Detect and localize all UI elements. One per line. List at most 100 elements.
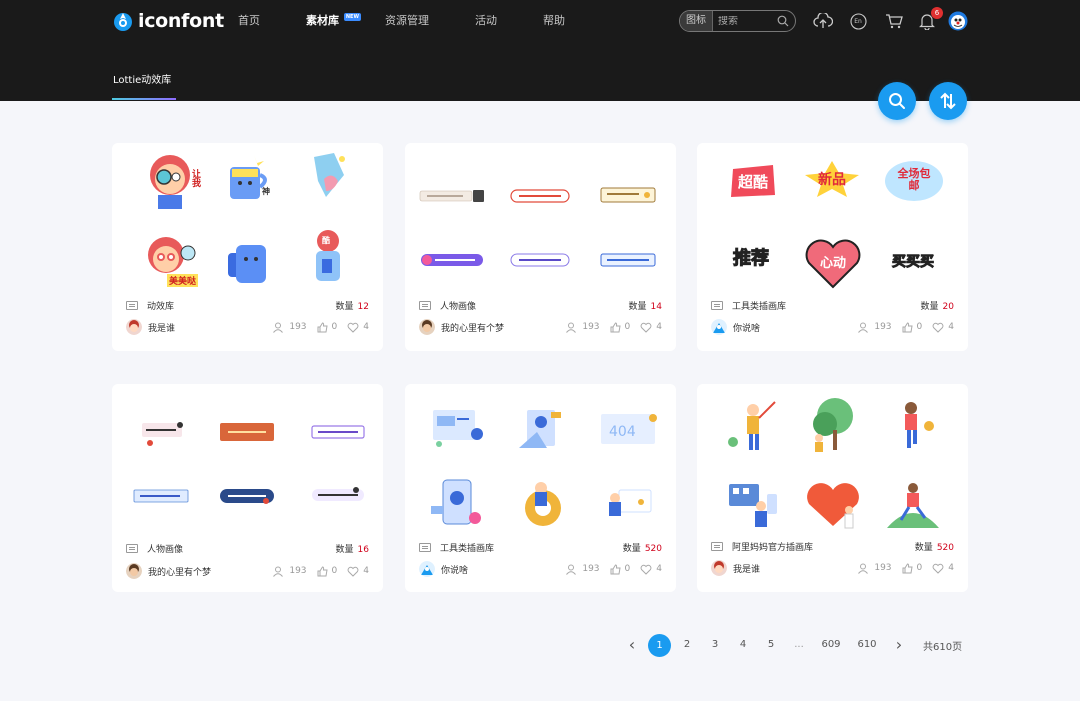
language-icon[interactable]: En [848,11,868,31]
tab-lottie-library[interactable]: Lottie动效库 [113,71,171,86]
count-label: 数量 [628,302,647,312]
favorite-icon[interactable] [347,322,359,333]
card-author-row: 你说啥 193 0 4 [419,561,662,577]
count-value: 520 [936,543,954,553]
card-stats: 193 0 4 [858,321,954,333]
library-card[interactable]: 超酷 新品 全场包邮 推荐 心动 买买买 工具类插画库 数量 20 你说啥 193… [697,143,968,351]
like-icon[interactable] [317,321,328,333]
like-icon[interactable] [610,563,621,575]
search-box: 图标 [679,10,796,32]
word-sticker-text: 全场包邮 [897,167,931,192]
next-page-button[interactable]: › [887,634,911,656]
logo[interactable]: iconfont [112,8,224,34]
author-avatar[interactable] [711,319,727,335]
preview-image [805,396,861,456]
search-icon[interactable] [777,15,789,27]
page-2[interactable]: 2 [675,634,699,656]
count-label: 数量 [920,302,939,312]
sort-fab[interactable] [929,82,967,120]
like-icon[interactable] [902,321,913,333]
author-avatar[interactable] [419,319,435,335]
search-input[interactable] [713,15,765,27]
top-header: iconfont 首页 素材库 NEW 资源管理 活动 帮助 图标 En 6 Lo… [0,0,1080,101]
search-type-select[interactable]: 图标 [680,11,713,31]
sticker-text: 酷 [322,236,330,245]
preview-image [515,474,571,530]
nav-resources[interactable]: 资源管理 [385,12,429,28]
preview-image: 超酷 [727,161,779,201]
author-name[interactable]: 我是谁 [148,321,175,334]
card-title-row: 工具类插画库 数量 520 [419,541,662,554]
views-count: 193 [289,322,307,332]
upload-icon[interactable] [813,11,833,31]
item-count: 数量 520 [915,540,954,553]
views-icon [858,563,869,574]
card-author-row: 你说啥 193 0 4 [711,319,954,335]
count-label: 数量 [335,302,354,312]
author-name[interactable]: 我的心里有个梦 [441,321,504,334]
favorite-icon[interactable] [932,563,944,574]
item-count: 数量 16 [336,542,369,555]
page-609[interactable]: 609 [815,634,847,656]
nav-library-label: 素材库 [306,14,339,27]
nav-home[interactable]: 首页 [238,12,260,28]
likes-count: 0 [624,322,631,332]
author-name[interactable]: 你说啥 [441,563,468,576]
library-card[interactable]: 阿里妈妈官方插画库 数量 520 我是谁 193 0 4 [697,384,968,592]
card-stats: 193 0 4 [566,321,662,333]
author-avatar[interactable] [126,319,142,335]
favorites-count: 4 [363,322,369,332]
author-avatar[interactable] [419,561,435,577]
nav-help[interactable]: 帮助 [543,12,565,28]
favorite-icon[interactable] [640,322,652,333]
word-sticker-text: 超酷 [737,172,768,191]
user-avatar[interactable] [948,11,968,31]
favorites-count: 4 [948,563,954,573]
author-avatar[interactable] [711,560,727,576]
author-avatar[interactable] [126,563,142,579]
notification-count: 6 [931,7,943,19]
favorite-icon[interactable] [347,566,359,577]
sort-icon [940,92,956,110]
card-title: 动效库 [147,302,175,312]
page-4[interactable]: 4 [731,634,755,656]
card-title: 人物画像 [440,302,477,312]
preview-image [427,404,487,448]
library-card[interactable]: 404 工具类插画库 数量 520 你说啥 193 0 4 [405,384,676,592]
author-name[interactable]: 你说啥 [733,321,760,334]
notification-bell-icon[interactable]: 6 [917,7,943,31]
likes-count: 0 [916,563,923,573]
like-icon[interactable] [317,565,328,577]
prev-page-button[interactable]: ‹ [620,634,644,656]
preview-image [134,418,192,448]
preview-image [601,480,657,526]
preview-image: 美美哒 [142,233,198,289]
preview-image [599,185,657,205]
library-card[interactable]: 人物画像 数量 14 我的心里有个梦 193 0 4 [405,143,676,351]
page-5[interactable]: 5 [759,634,783,656]
favorite-icon[interactable] [932,322,944,333]
search-icon [889,93,905,109]
page-3[interactable]: 3 [703,634,727,656]
page-ellipsis[interactable]: ... [787,634,811,656]
preview-image [723,398,779,454]
preview-image [419,251,485,269]
preview-image [885,398,941,454]
card-author-row: 我的心里有个梦 193 0 4 [419,319,662,335]
author-name[interactable]: 我的心里有个梦 [148,565,211,578]
library-card[interactable]: 人物画像 数量 16 我的心里有个梦 193 0 4 [112,384,383,592]
search-fab[interactable] [878,82,916,120]
views-icon [566,564,577,575]
favorite-icon[interactable] [640,564,652,575]
nav-library[interactable]: 素材库 NEW [306,12,361,28]
library-card[interactable]: 让我 神 美美哒 酷 动效库 数量 12 我是谁 193 0 4 [112,143,383,351]
likes-count: 0 [916,322,923,332]
author-name[interactable]: 我是谁 [733,562,760,575]
nav-activities[interactable]: 活动 [475,12,497,28]
like-icon[interactable] [902,562,913,574]
page-610[interactable]: 610 [851,634,883,656]
like-icon[interactable] [610,321,621,333]
cart-icon[interactable] [884,11,904,31]
favorites-count: 4 [656,322,662,332]
page-1[interactable]: 1 [648,633,671,657]
